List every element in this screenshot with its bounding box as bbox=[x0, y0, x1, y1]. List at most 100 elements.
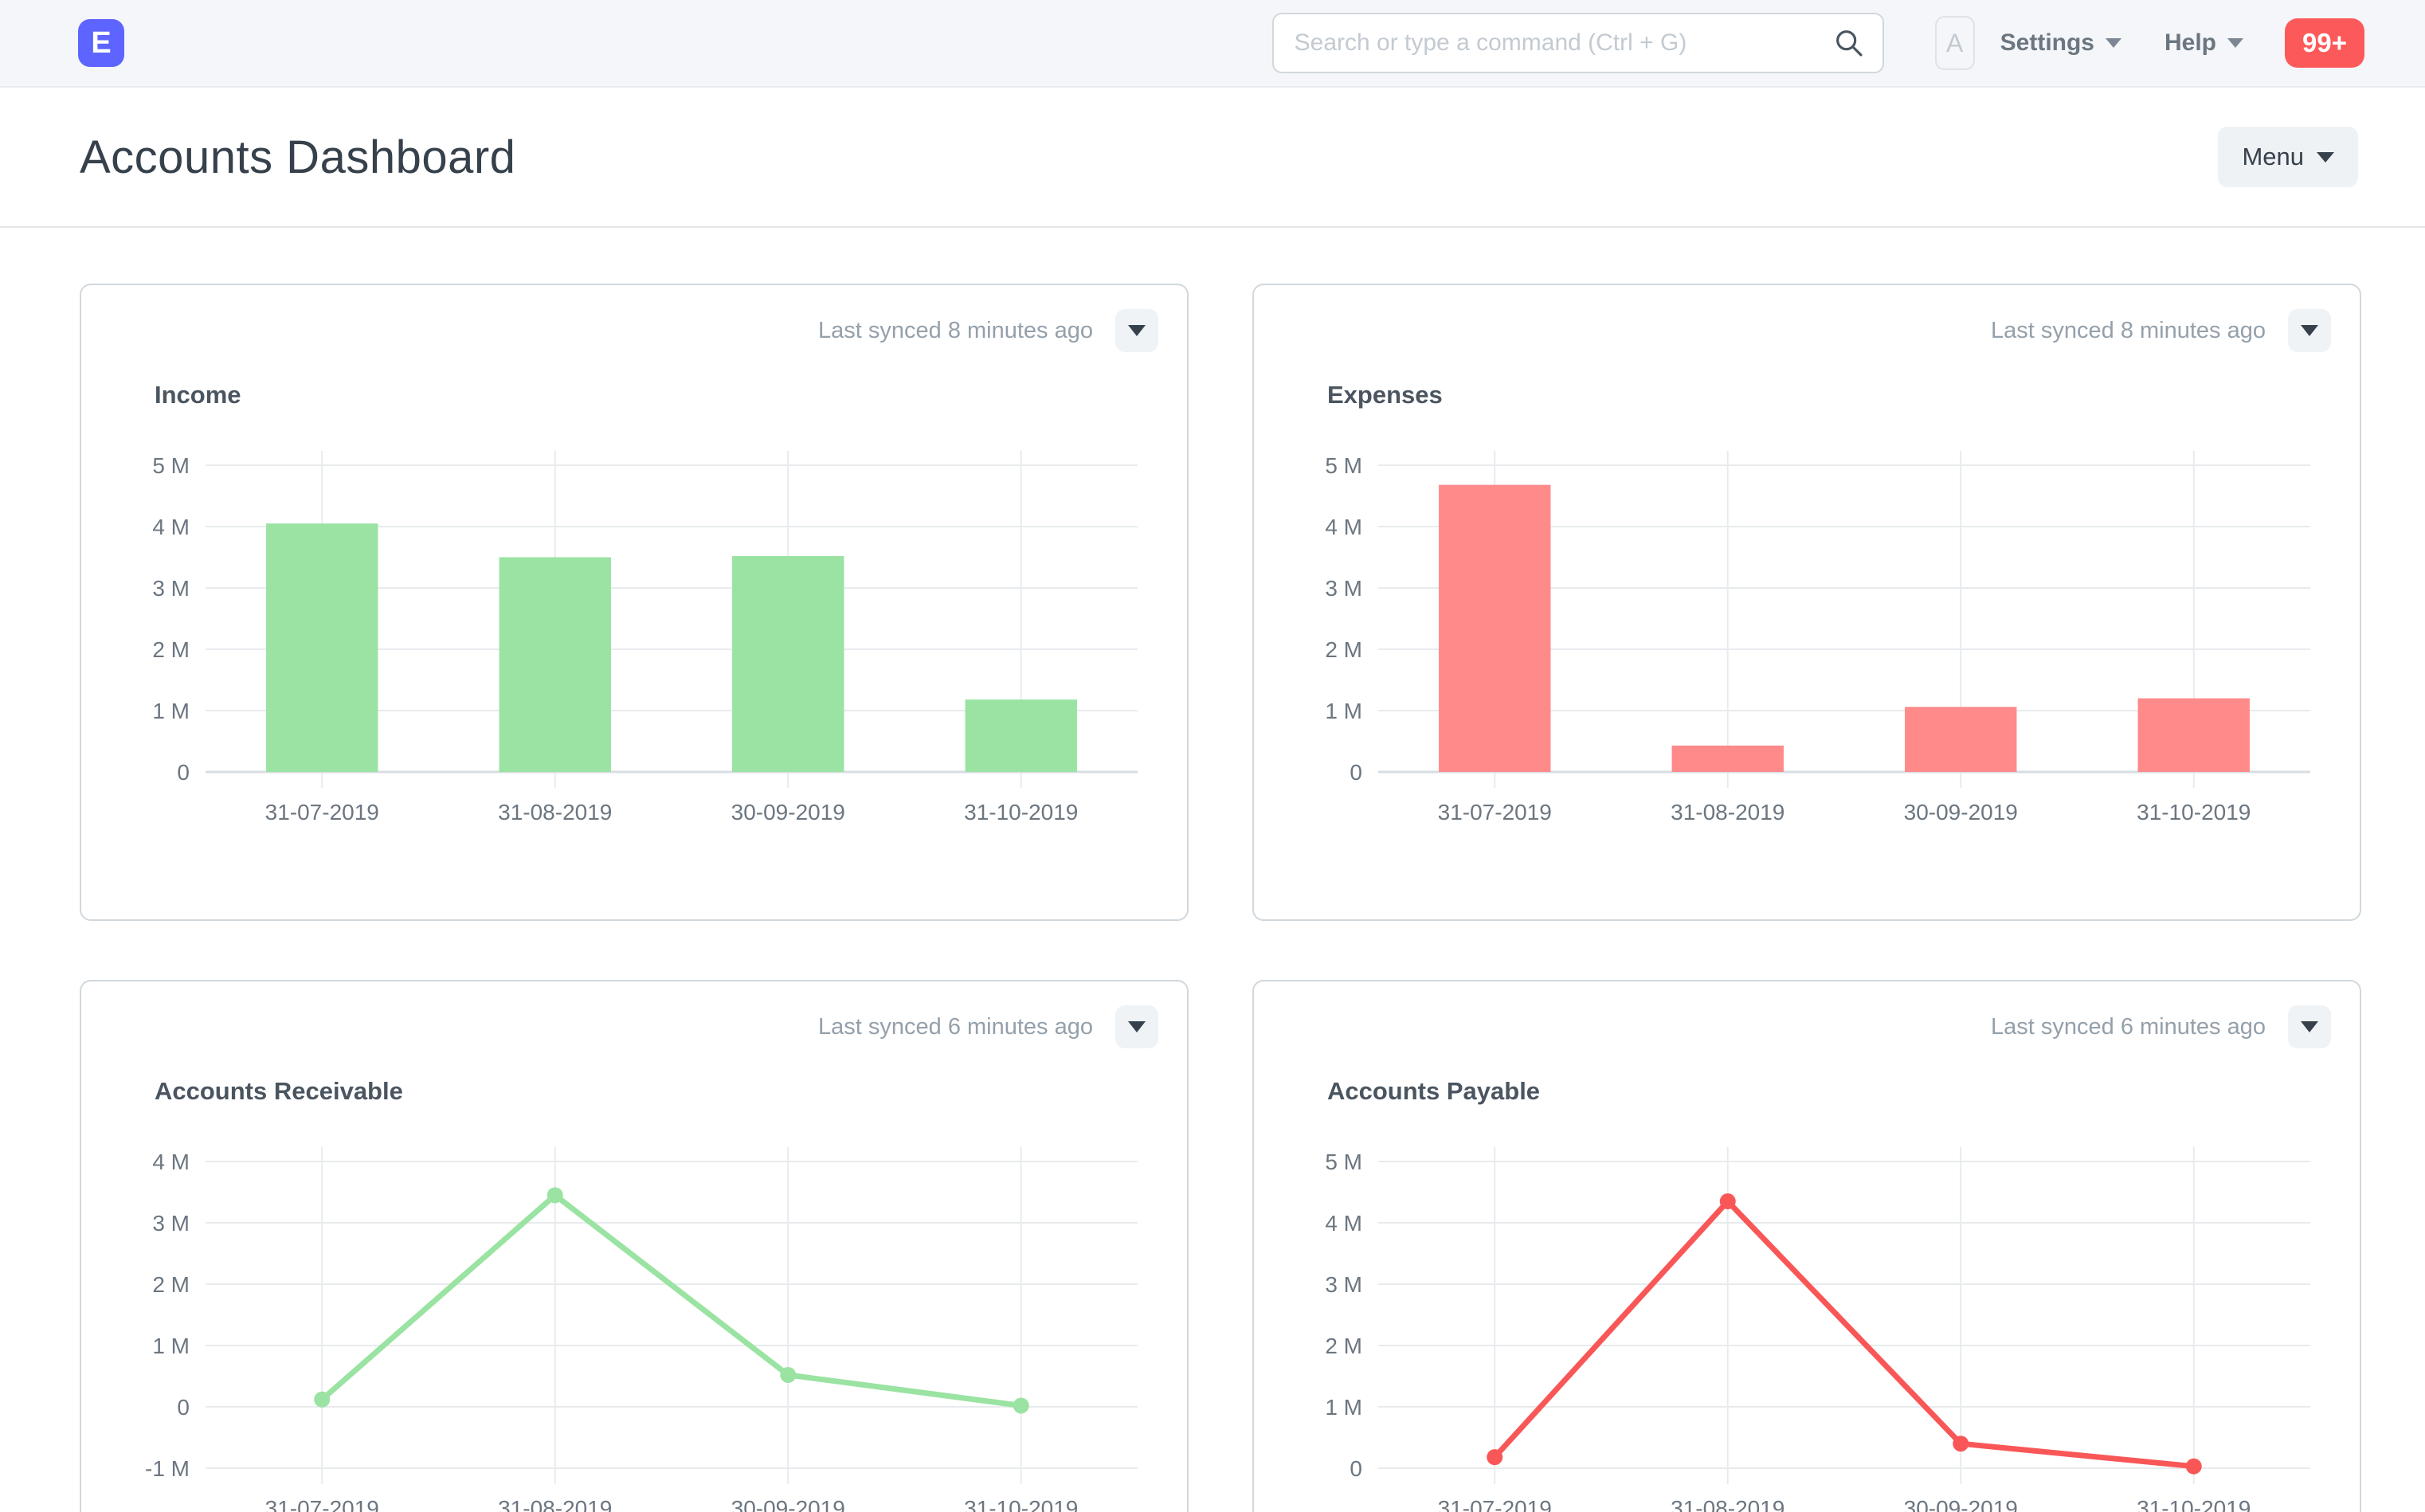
navbar-right: A Settings Help 99+ bbox=[1934, 16, 2364, 70]
x-axis-label: 31-07-2019 bbox=[265, 1496, 379, 1512]
accounts-receivable-chart-card: Last synced 6 minutes ago Accounts Recei… bbox=[80, 980, 1189, 1512]
card-menu-button[interactable] bbox=[2288, 1005, 2331, 1048]
bar bbox=[499, 557, 611, 772]
data-point bbox=[780, 1366, 797, 1383]
data-point bbox=[1013, 1397, 1029, 1414]
x-axis-label: 31-08-2019 bbox=[1671, 1496, 1784, 1512]
card-header: Last synced 8 minutes ago bbox=[1283, 307, 2331, 354]
line-path bbox=[1491, 1198, 2197, 1470]
y-axis-label: 0 bbox=[1350, 1456, 1362, 1481]
notifications-count: 99+ bbox=[2302, 28, 2347, 57]
bar bbox=[1671, 745, 1784, 772]
user-avatar[interactable]: A bbox=[1934, 16, 1975, 70]
last-synced-text: Last synced 8 minutes ago bbox=[1991, 317, 2266, 343]
bar bbox=[2137, 698, 2250, 772]
settings-menu[interactable]: Settings bbox=[2000, 29, 2121, 57]
y-axis-label: 1 M bbox=[152, 1334, 190, 1358]
card-header: Last synced 8 minutes ago bbox=[110, 307, 1158, 354]
x-axis-label: 31-07-2019 bbox=[1438, 800, 1552, 825]
help-menu[interactable]: Help bbox=[2164, 29, 2244, 57]
data-point bbox=[314, 1391, 331, 1408]
y-axis-label: 2 M bbox=[1325, 1334, 1362, 1358]
bar bbox=[965, 699, 1077, 772]
chevron-down-icon bbox=[2317, 151, 2334, 163]
chart-title: Expenses bbox=[1327, 381, 1443, 409]
y-axis-label: 1 M bbox=[152, 699, 190, 723]
data-point bbox=[2185, 1458, 2202, 1475]
y-axis-label: 2 M bbox=[152, 637, 190, 662]
income-bar-chart[interactable]: 5 M 4 M 3 M 2 M 1 M 0 31-07-2019 31-08-2019 30-0… bbox=[110, 425, 1162, 848]
accounts-receivable-line-chart[interactable]: 4 M 3 M 2 M 1 M 0 -1 M 31-07-2019 31-08-2019 30-… bbox=[110, 1122, 1162, 1512]
y-axis-label: 5 M bbox=[152, 453, 190, 478]
avatar-letter: A bbox=[1945, 28, 1964, 57]
menu-button[interactable]: Menu bbox=[2218, 127, 2358, 187]
y-axis-label: 3 M bbox=[1325, 1272, 1362, 1297]
chevron-down-icon bbox=[2301, 325, 2318, 336]
chevron-down-icon bbox=[1128, 325, 1146, 336]
income-chart-card: Last synced 8 minutes ago Income 5 M 4 M 3… bbox=[80, 284, 1189, 921]
chart-title: Accounts Receivable bbox=[155, 1077, 403, 1105]
card-header: Last synced 6 minutes ago bbox=[1283, 1004, 2331, 1050]
y-axis-label: 2 M bbox=[1325, 637, 1362, 662]
last-synced-text: Last synced 6 minutes ago bbox=[818, 1013, 1093, 1040]
x-axis-label: 30-09-2019 bbox=[731, 800, 845, 825]
chevron-down-icon bbox=[2106, 38, 2121, 48]
app-logo[interactable]: E bbox=[78, 19, 124, 67]
help-label: Help bbox=[2164, 29, 2217, 56]
navbar: E A Settings Help 99+ bbox=[0, 0, 2425, 88]
x-axis-label: 31-08-2019 bbox=[1671, 800, 1784, 825]
expenses-bar-chart[interactable]: 5 M 4 M 3 M 2 M 1 M 0 31-07-2019 31-08-2019 30-0… bbox=[1283, 425, 2334, 848]
dashboard-main: Last synced 8 minutes ago Income 5 M 4 M 3… bbox=[0, 228, 2425, 1512]
expenses-chart-card: Last synced 8 minutes ago Expenses 5 M 4 … bbox=[1252, 284, 2361, 921]
x-axis-label: 31-10-2019 bbox=[2137, 1496, 2251, 1512]
settings-label: Settings bbox=[2000, 29, 2094, 56]
x-axis-label: 31-10-2019 bbox=[964, 800, 1078, 825]
chevron-down-icon bbox=[2301, 1021, 2318, 1032]
x-axis-label: 31-08-2019 bbox=[498, 1496, 612, 1512]
y-axis-label: 4 M bbox=[152, 1150, 190, 1174]
page-title: Accounts Dashboard bbox=[80, 131, 516, 183]
y-axis-label: 4 M bbox=[1325, 1211, 1362, 1236]
global-search bbox=[1271, 13, 1884, 73]
x-axis-label: 31-07-2019 bbox=[265, 800, 379, 825]
card-menu-button[interactable] bbox=[1115, 309, 1158, 352]
dashboard-grid: Last synced 8 minutes ago Income 5 M 4 M 3… bbox=[80, 284, 2361, 1512]
chart-title: Accounts Payable bbox=[1327, 1077, 1541, 1105]
data-point bbox=[1487, 1449, 1503, 1466]
y-axis-label: 3 M bbox=[152, 576, 190, 601]
x-axis-label: 31-08-2019 bbox=[498, 800, 612, 825]
accounts-payable-line-chart[interactable]: 5 M 4 M 3 M 2 M 1 M 0 31-07-2019 31-08-2019 30-0… bbox=[1283, 1122, 2334, 1512]
app-logo-letter: E bbox=[91, 25, 112, 60]
x-axis-label: 30-09-2019 bbox=[1904, 800, 2018, 825]
y-axis-label: 1 M bbox=[1325, 1395, 1362, 1420]
chart-title: Income bbox=[155, 381, 241, 409]
x-axis-label: 30-09-2019 bbox=[1904, 1496, 2018, 1512]
x-axis-label: 31-10-2019 bbox=[964, 1496, 1078, 1512]
data-point bbox=[547, 1187, 563, 1204]
chevron-down-icon bbox=[2227, 38, 2244, 48]
y-axis-label: 5 M bbox=[1325, 453, 1362, 478]
search-icon[interactable] bbox=[1833, 27, 1865, 59]
y-axis-label: 3 M bbox=[1325, 576, 1362, 601]
card-header: Last synced 6 minutes ago bbox=[110, 1004, 1158, 1050]
data-point bbox=[1953, 1436, 1969, 1452]
bar bbox=[266, 523, 378, 772]
y-axis-label: 0 bbox=[1350, 760, 1362, 785]
card-menu-button[interactable] bbox=[1115, 1005, 1158, 1048]
card-menu-button[interactable] bbox=[2288, 309, 2331, 352]
bar bbox=[732, 555, 844, 772]
y-axis-label: 5 M bbox=[1325, 1150, 1362, 1174]
data-point bbox=[1719, 1193, 1736, 1210]
line-path bbox=[319, 1192, 1024, 1408]
y-axis-label: 4 M bbox=[152, 515, 190, 539]
search-input[interactable] bbox=[1271, 13, 1884, 73]
x-axis-label: 31-10-2019 bbox=[2137, 800, 2251, 825]
menu-button-label: Menu bbox=[2242, 143, 2304, 170]
notifications-badge[interactable]: 99+ bbox=[2285, 18, 2364, 68]
y-axis-label: 2 M bbox=[152, 1272, 190, 1297]
y-axis-label: 3 M bbox=[152, 1211, 190, 1236]
chevron-down-icon bbox=[1128, 1021, 1146, 1032]
y-axis-label: 0 bbox=[177, 1395, 190, 1420]
y-axis-label: -1 M bbox=[145, 1456, 190, 1481]
y-axis-label: 0 bbox=[177, 760, 190, 785]
